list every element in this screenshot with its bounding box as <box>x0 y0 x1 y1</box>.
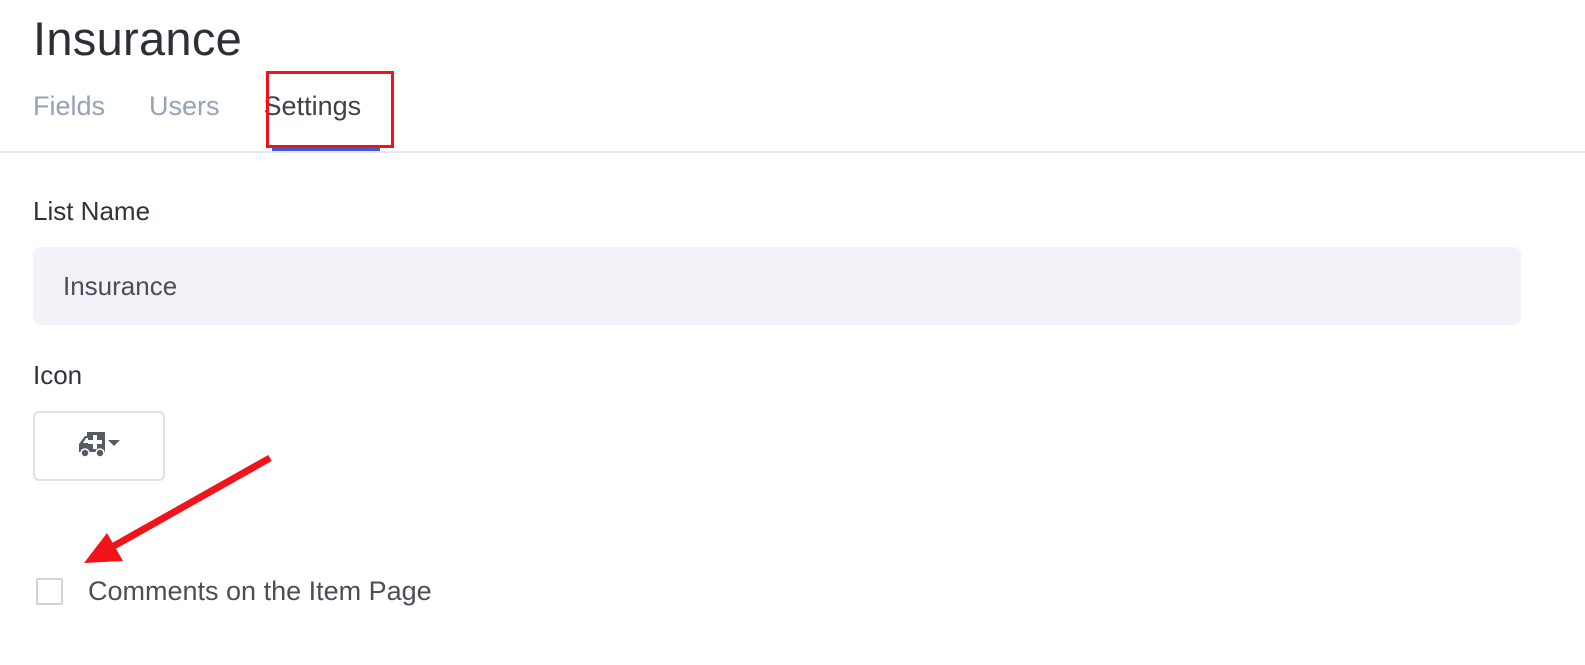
page-title: Insurance <box>33 12 243 65</box>
list-name-input[interactable] <box>33 247 1521 325</box>
tabs-divider <box>0 151 1585 153</box>
tab-fields[interactable]: Fields <box>33 86 105 152</box>
tab-users[interactable]: Users <box>149 86 220 152</box>
settings-page: Insurance Fields Users Settings List Nam… <box>0 0 1585 665</box>
icon-picker-button[interactable] <box>33 411 165 481</box>
comments-option: Comments on the Item Page <box>36 573 432 609</box>
ambulance-icon <box>75 428 123 465</box>
tab-settings[interactable]: Settings <box>264 86 362 152</box>
icon-label: Icon <box>33 360 83 390</box>
list-name-label: List Name <box>33 196 151 226</box>
comments-checkbox[interactable] <box>36 577 63 605</box>
comments-checkbox-label: Comments on the Item Page <box>88 576 432 606</box>
tab-bar: Fields Users Settings <box>33 86 405 152</box>
